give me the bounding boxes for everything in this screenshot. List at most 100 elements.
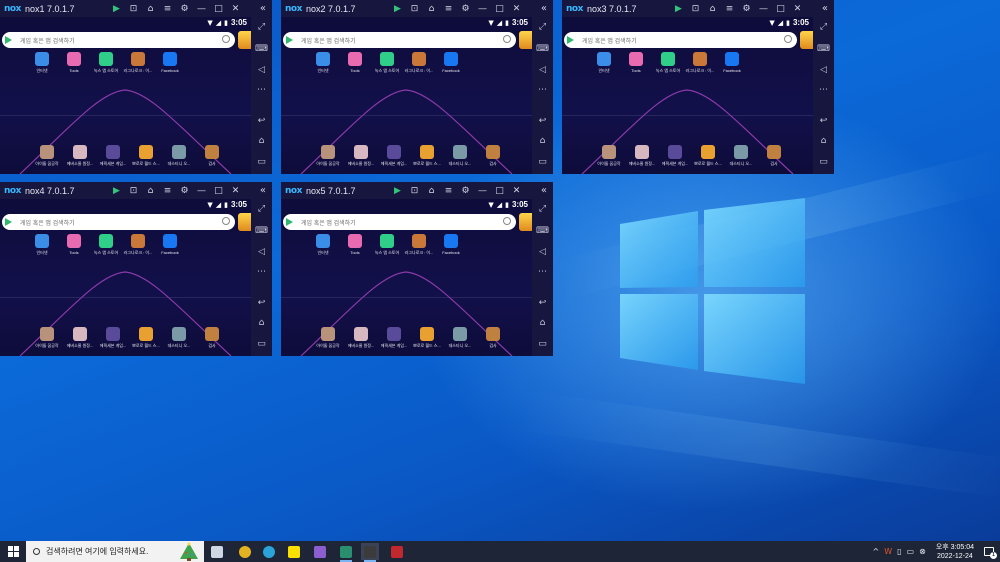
home-app[interactable]: 뽀로로 월드 스... [413,327,441,348]
menu-icon[interactable]: ≡ [159,182,176,199]
volume-icon[interactable]: ◁ [532,247,553,257]
shirt-icon[interactable]: ⌂ [142,182,159,199]
chevron-up-icon[interactable]: ^ [873,547,880,556]
more-icon[interactable]: ⋯ [532,267,553,277]
home-app[interactable]: Tools [67,234,81,255]
minimize-icon[interactable]: — [193,0,210,17]
home-app[interactable]: 에픽세븐 게임... [381,145,407,166]
nox-title-bar[interactable]: nox nox4 7.0.1.7 ▶ ⊡ ⌂ ≡ ⚙ — □ ✕ « [0,182,272,199]
home-app[interactable]: 에버소울 원정... [348,327,374,348]
nox-title-bar[interactable]: nox nox2 7.0.1.7 ▶ ⊡ ⌂ ≡ ⚙ — □ ✕ « [281,0,553,17]
play-store-search-bar[interactable]: 게임 혹은 앱 검색하기 [283,32,516,48]
nox-window-5[interactable]: nox nox5 7.0.1.7 ▶ ⊡ ⌂ ≡ ⚙ — □ ✕ « ▼ ◢ ▮ 3:05 게… [281,182,553,356]
home-app[interactable]: 아이돌 꿈공작 [35,327,59,348]
expand-icon[interactable]: ⤢ [251,22,272,32]
nox-window-4[interactable]: nox nox4 7.0.1.7 ▶ ⊡ ⌂ ≡ ⚙ — □ ✕ « ▼ ◢ ▮ 3:05 게… [0,182,272,356]
home-app[interactable]: 에버소울 원정... [348,145,374,166]
collapse-sidebar-icon[interactable]: « [822,0,828,17]
home-app[interactable]: 에버소울 원정... [67,327,93,348]
home-app[interactable]: 아이돌 꿈공작 [597,145,621,166]
settings-icon[interactable]: ⚙ [176,0,193,17]
minimize-icon[interactable]: — [474,0,491,17]
home-app[interactable]: 에픽세븐 게임... [662,145,688,166]
shirt-icon[interactable]: ⌂ [423,0,440,17]
maximize-icon[interactable]: □ [772,0,789,17]
play-store-search-bar[interactable]: 게임 혹은 앱 검색하기 [2,32,235,48]
home-app[interactable]: 데스티니 오... [449,145,471,166]
home-app[interactable]: 데스티니 오... [168,327,190,348]
close-icon[interactable]: ✕ [508,0,525,17]
home-app[interactable]: 러그나로크 : 이... [405,52,433,73]
home-app[interactable]: Facebook [442,52,460,73]
minimize-icon[interactable]: — [755,0,772,17]
more-icon[interactable]: ⋯ [251,267,272,277]
home-app[interactable]: 뽀로로 월드 스... [694,145,722,166]
screenshot-icon[interactable]: ⊡ [687,0,704,17]
expand-icon[interactable]: ⤢ [532,204,553,214]
network-icon[interactable]: ▭ [907,547,915,556]
home-app[interactable]: Tools [348,234,362,255]
home-app[interactable]: 인터넷 [316,52,330,73]
taskbar-task-view-button[interactable] [208,543,226,560]
app-center-icon[interactable] [800,31,813,49]
home-app[interactable]: 녹스 앱 스토어 [375,52,399,73]
maximize-icon[interactable]: □ [210,0,227,17]
expand-icon[interactable]: ⤢ [251,204,272,214]
back-icon[interactable]: ↩ [251,298,272,308]
volume-icon[interactable]: ◁ [813,65,834,75]
home-app[interactable]: 인터넷 [35,52,49,73]
maximize-icon[interactable]: □ [491,182,508,199]
home-app[interactable]: 에버소울 원정... [67,145,93,166]
settings-icon[interactable]: ⚙ [457,0,474,17]
app-center-icon[interactable] [519,213,532,231]
android-screen[interactable]: ▼ ◢ ▮ 3:05 게임 혹은 앱 검색하기 인터넷 Tools 녹스 앱 스… [281,199,532,356]
nox-window-3[interactable]: nox nox3 7.0.1.7 ▶ ⊡ ⌂ ≡ ⚙ — □ ✕ « ▼ ◢ ▮ 3:05 게… [562,0,834,174]
collapse-sidebar-icon[interactable]: « [260,0,266,17]
home-app[interactable]: 에픽세븐 게임... [100,145,126,166]
home-app[interactable]: Facebook [723,52,741,73]
home-app[interactable]: 검사 [486,145,500,166]
close-icon[interactable]: ✕ [227,0,244,17]
taskbar-red-app-button[interactable] [388,543,406,560]
volume-mute-icon[interactable]: ⊗ [919,547,926,556]
play-icon[interactable]: ▶ [670,0,687,17]
keyboard-icon[interactable]: ⌨ [251,226,272,236]
home-app[interactable]: 아이돌 꿈공작 [316,327,340,348]
keyboard-icon[interactable]: ⌨ [532,44,553,54]
close-icon[interactable]: ✕ [789,0,806,17]
screenshot-icon[interactable]: ⊡ [406,0,423,17]
play-icon[interactable]: ▶ [108,0,125,17]
home-app[interactable]: 검사 [767,145,781,166]
menu-icon[interactable]: ≡ [721,0,738,17]
collapse-sidebar-icon[interactable]: « [541,182,547,199]
maximize-icon[interactable]: □ [210,182,227,199]
collapse-sidebar-icon[interactable]: « [260,182,266,199]
home-app[interactable]: 러그나로크 : 이... [124,52,152,73]
menu-icon[interactable]: ≡ [159,0,176,17]
home-app[interactable]: Facebook [161,52,179,73]
home-app[interactable]: 데스티니 오... [730,145,752,166]
close-icon[interactable]: ✕ [227,182,244,199]
expand-icon[interactable]: ⤢ [813,22,834,32]
home-app[interactable]: 아이돌 꿈공작 [316,145,340,166]
shirt-icon[interactable]: ⌂ [704,0,721,17]
home-app[interactable]: 데스티니 오... [168,145,190,166]
battery-icon[interactable]: ▯ [897,547,901,556]
taskbar-nox-multi-button[interactable] [337,543,355,562]
notification-center-icon[interactable]: 1 [984,547,997,559]
recent-apps-icon[interactable]: ▭ [251,339,272,349]
home-icon[interactable]: ⌂ [251,318,272,328]
shirt-icon[interactable]: ⌂ [142,0,159,17]
home-app[interactable]: 인터넷 [35,234,49,255]
home-icon[interactable]: ⌂ [251,136,272,146]
home-app[interactable]: 에픽세븐 게임... [100,327,126,348]
home-app[interactable]: 러그나로크 : 이... [686,52,714,73]
minimize-icon[interactable]: — [193,182,210,199]
keyboard-icon[interactable]: ⌨ [813,44,834,54]
collapse-sidebar-icon[interactable]: « [541,0,547,17]
app-center-icon[interactable] [238,31,251,49]
play-icon[interactable]: ▶ [108,182,125,199]
minimize-icon[interactable]: — [474,182,491,199]
home-icon[interactable]: ⌂ [813,136,834,146]
home-app[interactable]: 검사 [486,327,500,348]
